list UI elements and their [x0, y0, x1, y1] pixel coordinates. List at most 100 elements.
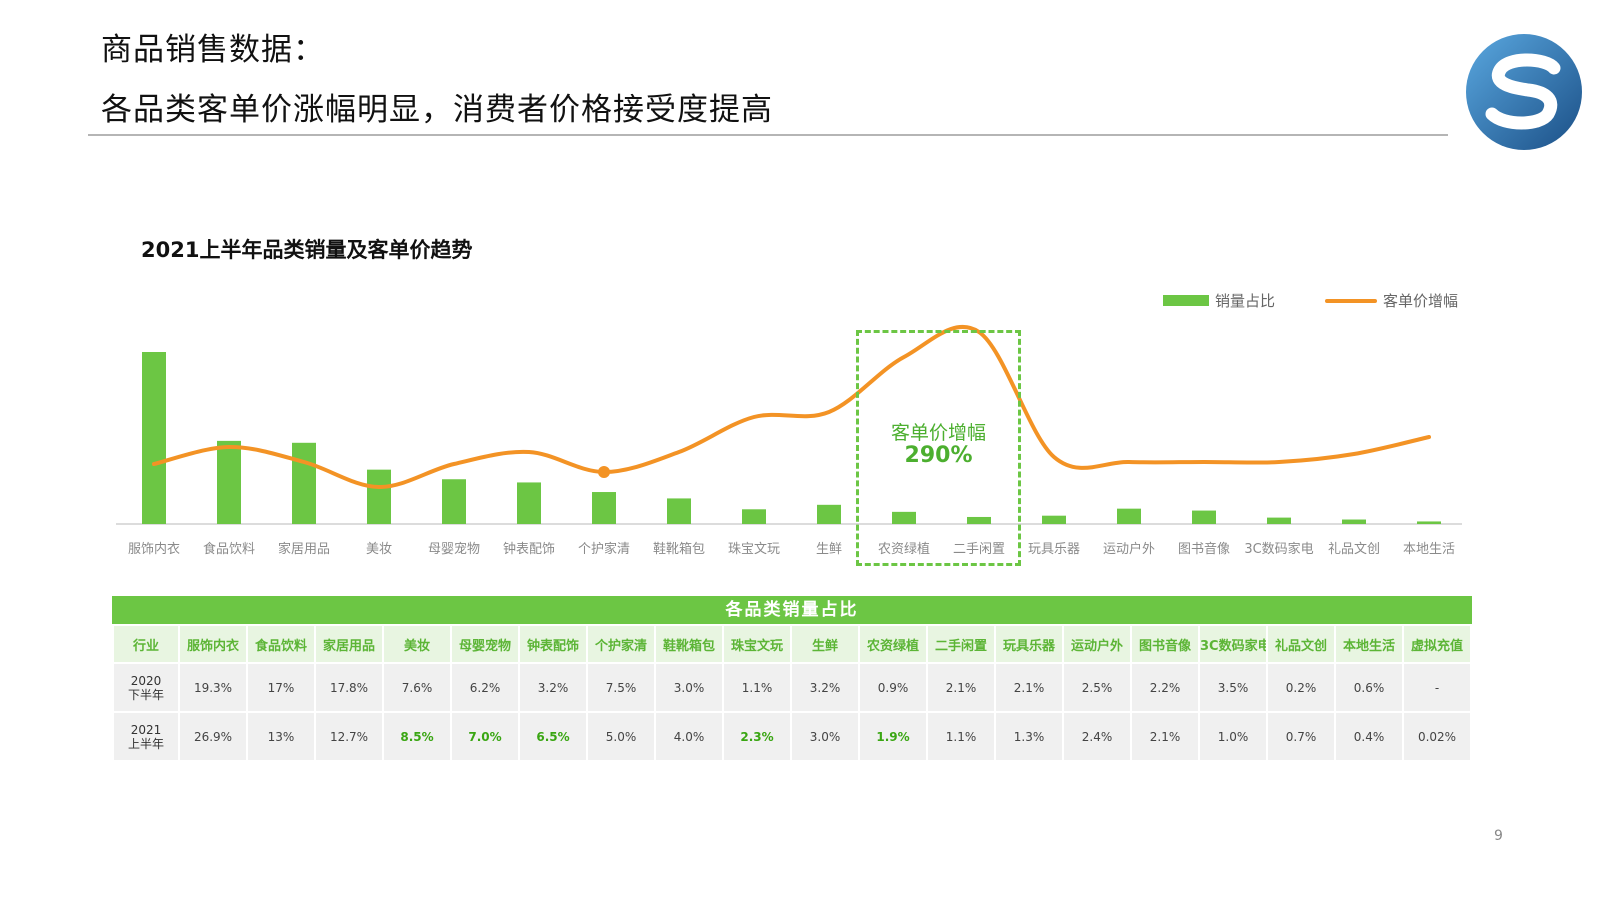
table-cell: 0.2%: [1268, 664, 1334, 711]
x-tick-label: 礼品文创: [1328, 541, 1380, 557]
table-cell: 5.0%: [588, 713, 654, 760]
table-cell: 7.6%: [384, 664, 450, 711]
table-col-header: 图书音像: [1132, 626, 1198, 662]
table-col-header: 珠宝文玩: [724, 626, 790, 662]
table-cell: 0.02%: [1404, 713, 1470, 760]
table-col-header: 服饰内衣: [180, 626, 246, 662]
table-col-header: 个护家清: [588, 626, 654, 662]
table-cell: 0.6%: [1336, 664, 1402, 711]
table-col-header: 运动户外: [1064, 626, 1130, 662]
table-col-header: 玩具乐器: [996, 626, 1062, 662]
table-col-header: 鞋靴箱包: [656, 626, 722, 662]
bar-13: [1042, 515, 1066, 524]
x-tick-label: 图书音像: [1178, 541, 1230, 557]
table-cell: 7.0%: [452, 713, 518, 760]
table-cell: 1.1%: [724, 664, 790, 711]
table-cell: 7.5%: [588, 664, 654, 711]
x-tick-label: 运动户外: [1103, 541, 1155, 557]
table-cell: 0.7%: [1268, 713, 1334, 760]
bar-8: [667, 498, 691, 524]
bar-5: [442, 479, 466, 524]
x-tick-label: 家居用品: [278, 541, 330, 557]
bar-14: [1117, 508, 1141, 524]
table-col-header: 美妆: [384, 626, 450, 662]
x-tick-label: 母婴宠物: [428, 541, 480, 557]
x-tick-label: 个护家清: [578, 541, 630, 557]
bar-4: [367, 469, 391, 524]
bar-3: [292, 442, 316, 524]
table-col-header: 钟表配饰: [520, 626, 586, 662]
row-label: 2021 上半年: [114, 713, 178, 760]
table-col-header: 虚拟充值: [1404, 626, 1470, 662]
table-cell: 12.7%: [316, 713, 382, 760]
combo-chart: 服饰内衣 食品饮料 家居用品 美妆 母婴宠物 钟表配饰 个护家清 鞋靴箱包 珠宝文玩 生鲜 农资绿植…: [116, 324, 1462, 557]
table-cell: 1.9%: [860, 713, 926, 760]
table-cell: 17%: [248, 664, 314, 711]
bar-15: [1192, 510, 1216, 524]
x-tick-label: 服饰内衣: [128, 541, 180, 557]
table-col-header: 母婴宠物: [452, 626, 518, 662]
table-cell: 17.8%: [316, 664, 382, 711]
table-cell: 13%: [248, 713, 314, 760]
table-cell: 2.1%: [1132, 713, 1198, 760]
x-tick-label: 鞋靴箱包: [653, 541, 705, 557]
table-col-header: 本地生活: [1336, 626, 1402, 662]
x-tick-label: 珠宝文玩: [728, 542, 780, 557]
x-tick-label: 玩具乐器: [1028, 542, 1080, 557]
bar-17: [1342, 519, 1366, 524]
table-cell: 3.2%: [520, 664, 586, 711]
table-cell: 2.4%: [1064, 713, 1130, 760]
bar-9: [742, 509, 766, 524]
table-row: 2020 下半年 19.3% 17% 17.8% 7.6% 6.2% 3.2% 7.5% 3.0%…: [114, 664, 1470, 711]
table-header: 各品类销量占比: [112, 596, 1472, 624]
x-tick-label: 生鲜: [816, 542, 842, 557]
table-cell: 3.5%: [1200, 664, 1266, 711]
table-cell: 2.1%: [928, 664, 994, 711]
table-cell: 4.0%: [656, 713, 722, 760]
table-col-header: 生鲜: [792, 626, 858, 662]
table-cell: 0.4%: [1336, 713, 1402, 760]
x-tick-label: 3C数码家电: [1244, 541, 1313, 557]
page-number: 9: [1494, 828, 1503, 844]
trend-line: [152, 324, 1431, 490]
bar-1: [142, 352, 166, 524]
table-cell: 2.5%: [1064, 664, 1130, 711]
table-cell: 2.2%: [1132, 664, 1198, 711]
bar-10: [817, 504, 841, 524]
table-cell: 8.5%: [384, 713, 450, 760]
bar-7: [592, 492, 616, 524]
table-col-header: 食品饮料: [248, 626, 314, 662]
table-cell: 26.9%: [180, 713, 246, 760]
x-tick-label: 美妆: [366, 542, 392, 557]
table-header-row: 行业 服饰内衣 食品饮料 家居用品 美妆 母婴宠物 钟表配饰 个护家清 鞋靴箱包 珠宝文玩 生鲜 农资…: [114, 626, 1470, 662]
table-col-header: 家居用品: [316, 626, 382, 662]
table-col-header: 二手闲置: [928, 626, 994, 662]
table-cell: 1.0%: [1200, 713, 1266, 760]
table-row: 2021 上半年 26.9% 13% 12.7% 8.5% 7.0% 6.5% 5.0% 4.0%…: [114, 713, 1470, 760]
sales-share-table: 各品类销量占比 行业 服饰内衣 食品饮料 家居用品 美妆 母婴宠物 钟表配饰 个护家清 鞋靴箱包…: [112, 596, 1472, 762]
sales-table-grid: 行业 服饰内衣 食品饮料 家居用品 美妆 母婴宠物 钟表配饰 个护家清 鞋靴箱包 珠宝文玩 生鲜 农资…: [112, 624, 1472, 762]
bar-16: [1267, 517, 1291, 524]
table-col-header: 行业: [114, 626, 178, 662]
bar-2: [217, 440, 241, 524]
table-col-header: 礼品文创: [1268, 626, 1334, 662]
x-tick-label: 钟表配饰: [503, 541, 555, 557]
bar-6: [517, 482, 541, 524]
table-cell: 19.3%: [180, 664, 246, 711]
table-cell: 3.0%: [792, 713, 858, 760]
table-col-header: 3C数码家电: [1200, 626, 1266, 662]
table-cell: 2.3%: [724, 713, 790, 760]
table-cell: 0.9%: [860, 664, 926, 711]
bar-18: [1417, 521, 1441, 524]
table-cell: 1.1%: [928, 713, 994, 760]
x-tick-label: 食品饮料: [203, 541, 255, 557]
table-cell: 2.1%: [996, 664, 1062, 711]
row-label: 2020 下半年: [114, 664, 178, 711]
x-tick-label: 本地生活: [1403, 542, 1455, 557]
annotation-label: 客单价增幅: [890, 422, 986, 444]
table-cell: 6.2%: [452, 664, 518, 711]
table-cell: 3.0%: [656, 664, 722, 711]
table-cell: 6.5%: [520, 713, 586, 760]
table-cell: 3.2%: [792, 664, 858, 711]
table-col-header: 农资绿植: [860, 626, 926, 662]
